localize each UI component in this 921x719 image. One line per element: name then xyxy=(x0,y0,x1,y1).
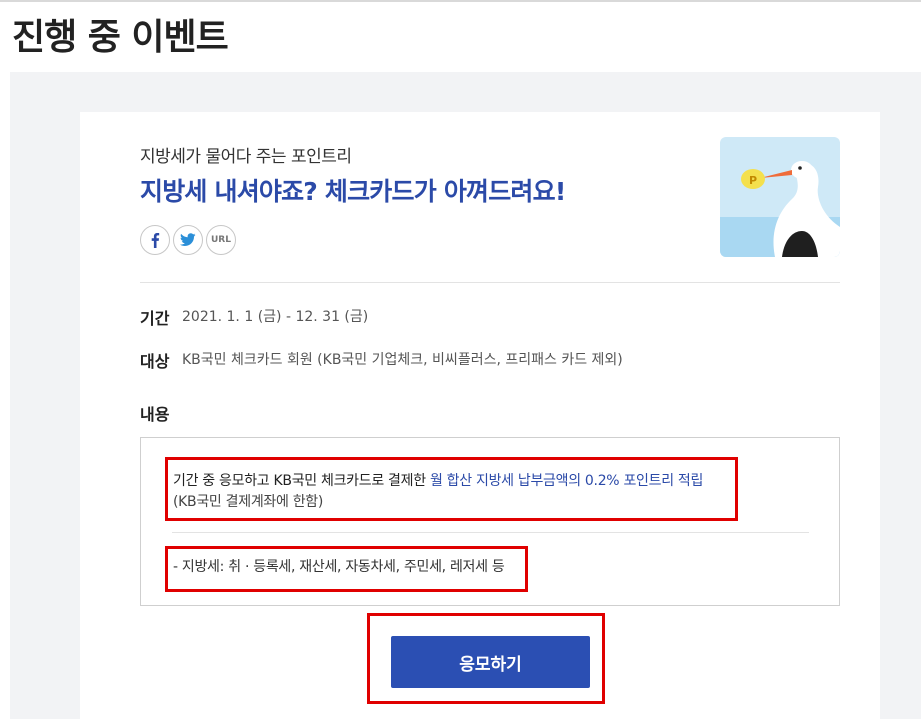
apply-button[interactable]: 응모하기 xyxy=(391,636,590,688)
top-border xyxy=(0,0,921,2)
url-copy-button[interactable]: URL xyxy=(206,225,236,255)
content-label: 내용 xyxy=(140,405,170,424)
svg-text:P: P xyxy=(749,174,757,187)
highlight-box-tax-types xyxy=(165,546,528,592)
event-thumbnail: P xyxy=(720,137,840,257)
event-subtitle: 지방세가 물어다 주는 포인트리 xyxy=(140,147,352,167)
twitter-share-button[interactable] xyxy=(173,225,203,255)
target-value: KB국민 체크카드 회원 (KB국민 기업체크, 비씨플러스, 프리패스 카드 … xyxy=(182,352,623,368)
content-divider xyxy=(172,532,809,533)
period-label: 기간 xyxy=(140,309,170,328)
period-value: 2021. 1. 1 (금) - 12. 31 (금) xyxy=(182,309,369,325)
page-title: 진행 중 이벤트 xyxy=(12,17,229,58)
target-label: 대상 xyxy=(140,352,170,371)
highlight-box-benefit xyxy=(165,457,738,521)
section-divider xyxy=(140,282,840,283)
event-headline: 지방세 내셔야죠? 체크카드가 아껴드려요! xyxy=(140,177,566,206)
url-label: URL xyxy=(211,235,231,245)
facebook-share-button[interactable] xyxy=(140,225,170,255)
facebook-icon xyxy=(151,233,160,248)
twitter-icon xyxy=(180,233,196,246)
stork-with-coin-illustration: P xyxy=(720,137,840,257)
